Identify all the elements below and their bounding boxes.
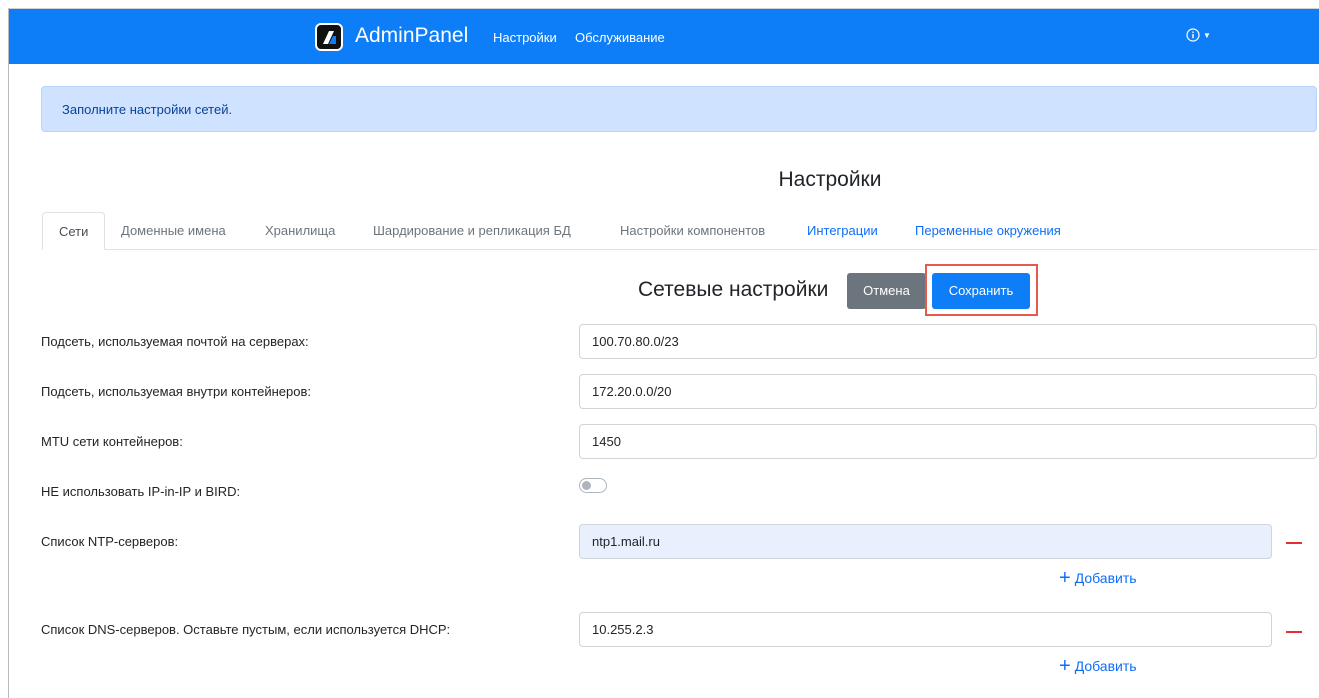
tab-components[interactable]: Настройки компонентов bbox=[604, 212, 781, 249]
dns-server-input[interactable]: 10.255.2.3 bbox=[579, 612, 1272, 647]
tab-storage[interactable]: Хранилища bbox=[249, 212, 351, 249]
page-left-border bbox=[8, 8, 9, 698]
container-subnet-label: Подсеть, используемая внутри контейнеров… bbox=[41, 384, 312, 399]
mtu-label: MTU сети контейнеров: bbox=[41, 434, 183, 449]
container-subnet-input[interactable]: 172.20.0.0/20 bbox=[579, 374, 1317, 409]
tab-integrations[interactable]: Интеграции bbox=[791, 212, 894, 249]
add-ntp-button[interactable]: + Добавить bbox=[1059, 567, 1137, 589]
tab-networks[interactable]: Сети bbox=[42, 212, 106, 250]
ntp-server-input[interactable]: ntp1.mail.ru bbox=[579, 524, 1272, 559]
no-ipip-toggle[interactable] bbox=[579, 478, 607, 493]
navbar: AdminPanel Настройки Обслуживание ▼ bbox=[9, 9, 1319, 64]
add-dns-label: Добавить bbox=[1074, 658, 1137, 674]
brand-name[interactable]: AdminPanel bbox=[355, 24, 468, 48]
mail-subnet-input[interactable]: 100.70.80.0/23 bbox=[579, 324, 1317, 359]
nav-link-maintenance[interactable]: Обслуживание bbox=[575, 30, 665, 45]
plus-icon: + bbox=[1059, 655, 1071, 677]
remove-dns-button[interactable] bbox=[1286, 631, 1302, 633]
info-alert: Заполните настройки сетей. bbox=[41, 86, 1317, 132]
section-title: Сетевые настройки bbox=[638, 278, 829, 301]
no-ipip-label: НЕ использовать IP-in-IP и BIRD: bbox=[41, 484, 241, 499]
ntp-label: Список NTP-серверов: bbox=[41, 534, 179, 549]
tab-domain-names[interactable]: Доменные имена bbox=[105, 212, 242, 249]
dns-label: Список DNS-серверов. Оставьте пустым, ес… bbox=[41, 622, 451, 637]
mail-subnet-label: Подсеть, используемая почтой на серверах… bbox=[41, 334, 309, 349]
info-dropdown[interactable]: ▼ bbox=[1186, 28, 1211, 42]
add-ntp-label: Добавить bbox=[1074, 570, 1137, 586]
tab-env-vars[interactable]: Переменные окружения bbox=[899, 212, 1077, 249]
save-button[interactable]: Сохранить bbox=[932, 273, 1030, 309]
add-dns-button[interactable]: + Добавить bbox=[1059, 655, 1137, 677]
settings-tabs: Сети Доменные имена Хранилища Шардирован… bbox=[42, 212, 1318, 250]
info-circle-icon bbox=[1186, 28, 1200, 42]
remove-ntp-button[interactable] bbox=[1286, 542, 1302, 544]
plus-icon: + bbox=[1059, 567, 1071, 589]
page-title: Настройки bbox=[778, 168, 882, 191]
toggle-knob bbox=[582, 481, 591, 490]
chevron-down-icon: ▼ bbox=[1203, 30, 1211, 40]
tab-db-sharding[interactable]: Шардирование и репликация БД bbox=[357, 212, 587, 249]
brand-logo-icon[interactable] bbox=[315, 23, 343, 51]
nav-link-settings[interactable]: Настройки bbox=[493, 30, 557, 45]
mtu-input[interactable]: 1450 bbox=[579, 424, 1317, 459]
alert-text: Заполните настройки сетей. bbox=[62, 102, 233, 117]
cancel-button[interactable]: Отмена bbox=[847, 273, 926, 309]
